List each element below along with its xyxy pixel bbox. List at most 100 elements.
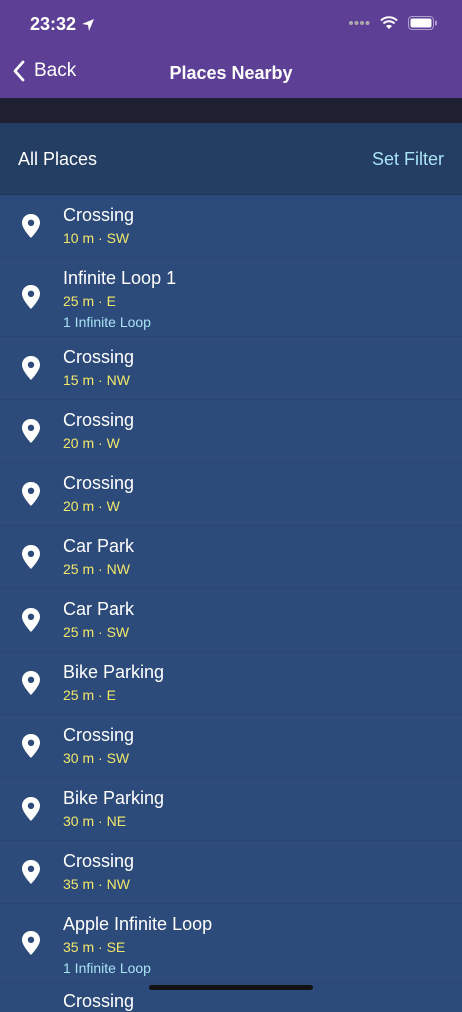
list-item[interactable]: Crossing 35 m · NW: [0, 841, 462, 904]
page-title: Places Nearby: [169, 63, 293, 83]
place-distance-direction: 10 m · SW: [63, 230, 129, 246]
list-item[interactable]: Crossing 20 m · W: [0, 400, 462, 463]
map-pin-icon: [22, 419, 40, 443]
list-item[interactable]: Crossing 15 m · NW: [0, 337, 462, 400]
place-direction: W: [106, 498, 120, 514]
place-name: Bike Parking: [63, 662, 165, 682]
wifi-icon: [380, 16, 398, 29]
place-distance-direction: 25 m · E: [63, 687, 116, 703]
separator-dot: ·: [94, 230, 107, 246]
list-item[interactable]: Bike Parking 30 m · NE: [0, 778, 462, 841]
separator-dot: ·: [94, 750, 107, 766]
home-indicator[interactable]: [149, 985, 313, 990]
place-direction: E: [106, 293, 116, 309]
status-bar: 23:32: [0, 0, 462, 50]
filter-bar: All Places Set Filter: [0, 123, 462, 195]
separator-dot: ·: [94, 293, 107, 309]
map-pin-icon: [22, 545, 40, 569]
place-distance: 25 m: [63, 624, 95, 640]
separator-dot: ·: [94, 624, 107, 640]
place-distance: 25 m: [63, 561, 95, 577]
place-distance-direction: 15 m · NW: [63, 372, 130, 388]
map-pin-icon: [22, 671, 40, 695]
place-distance-direction: 20 m · W: [63, 498, 120, 514]
list-item[interactable]: Apple Infinite Loop 35 m · SE 1 Infinite L…: [0, 904, 462, 983]
place-direction: SW: [106, 624, 130, 640]
place-distance: 30 m: [63, 750, 95, 766]
place-distance-direction: 35 m · SE: [63, 939, 125, 955]
list-item[interactable]: Crossing 10 m · SW: [0, 195, 462, 258]
place-direction: NW: [106, 372, 130, 388]
list-item[interactable]: Car Park 25 m · NW: [0, 526, 462, 589]
place-direction: NE: [106, 813, 127, 829]
place-distance: 20 m: [63, 498, 95, 514]
place-distance: 35 m: [63, 876, 95, 892]
separator-dot: ·: [94, 372, 107, 388]
place-distance-direction: 20 m · W: [63, 435, 120, 451]
place-name: Car Park: [63, 536, 135, 556]
place-direction: W: [106, 435, 120, 451]
place-distance-direction: 30 m · SW: [63, 750, 129, 766]
separator-dot: ·: [94, 498, 107, 514]
map-pin-icon: [22, 356, 40, 380]
separator-dot: ·: [94, 876, 107, 892]
separator-dot: ·: [94, 561, 107, 577]
place-name: Bike Parking: [63, 788, 165, 808]
place-distance: 25 m: [63, 293, 95, 309]
map-pin-icon: [22, 285, 40, 309]
set-filter-button[interactable]: Set Filter: [372, 149, 444, 170]
place-name: Apple Infinite Loop: [63, 914, 213, 934]
place-distance-direction: 35 m · NW: [63, 876, 130, 892]
filter-label: All Places: [18, 149, 98, 169]
list-item[interactable]: Bike Parking 25 m · E: [0, 652, 462, 715]
place-distance: 10 m: [63, 230, 95, 246]
place-direction: SW: [106, 750, 130, 766]
partial-list-item-label: Crossing: [63, 991, 135, 1011]
map-pin-icon: [22, 797, 40, 821]
list-item[interactable]: Infinite Loop 1 25 m · E 1 Infinite Loop: [0, 258, 462, 337]
place-address: 1 Infinite Loop: [63, 960, 151, 976]
place-name: Car Park: [63, 599, 135, 619]
place-distance: 35 m: [63, 939, 95, 955]
place-name: Crossing: [63, 410, 135, 430]
map-pin-icon: [22, 482, 40, 506]
status-time: 23:32: [30, 14, 77, 34]
place-distance: 30 m: [63, 813, 95, 829]
place-distance-direction: 25 m · NW: [63, 561, 130, 577]
place-name: Infinite Loop 1: [63, 268, 177, 288]
list-item[interactable]: Crossing 30 m · SW: [0, 715, 462, 778]
place-distance: 25 m: [63, 687, 95, 703]
map-pin-icon: [22, 860, 40, 884]
signal-dots-icon: [349, 21, 370, 25]
navigation-bar: Back Places Nearby: [0, 50, 462, 98]
place-direction: NW: [106, 876, 130, 892]
place-name: Crossing: [63, 205, 135, 225]
place-address: 1 Infinite Loop: [63, 314, 151, 330]
map-pin-icon: [22, 734, 40, 758]
place-name: Crossing: [63, 851, 135, 871]
place-distance-direction: 25 m · SW: [63, 624, 129, 640]
place-direction: SE: [106, 939, 126, 955]
separator-dot: ·: [94, 435, 107, 451]
list-item[interactable]: Crossing 20 m · W: [0, 463, 462, 526]
place-direction: NW: [106, 561, 130, 577]
separator-dot: ·: [94, 687, 107, 703]
separator-dot: ·: [94, 939, 107, 955]
map-pin-icon: [22, 214, 40, 238]
list-item[interactable]: Car Park 25 m · SW: [0, 589, 462, 652]
place-distance-direction: 30 m · NE: [63, 813, 126, 829]
battery-icon: [408, 16, 437, 30]
place-distance-direction: 25 m · E: [63, 293, 116, 309]
map-pin-icon: [22, 931, 40, 955]
places-list: Crossing 10 m · SW Infinite Loop 1 25 m · E…: [0, 195, 462, 983]
location-arrow-icon: [82, 18, 95, 31]
place-direction: E: [106, 687, 116, 703]
place-name: Crossing: [63, 347, 135, 367]
place-distance: 15 m: [63, 372, 95, 388]
place-direction: SW: [106, 230, 130, 246]
place-distance: 20 m: [63, 435, 95, 451]
status-icons: [348, 16, 438, 30]
place-name: Crossing: [63, 473, 135, 493]
divider-strip: [0, 98, 462, 123]
separator-dot: ·: [94, 813, 107, 829]
